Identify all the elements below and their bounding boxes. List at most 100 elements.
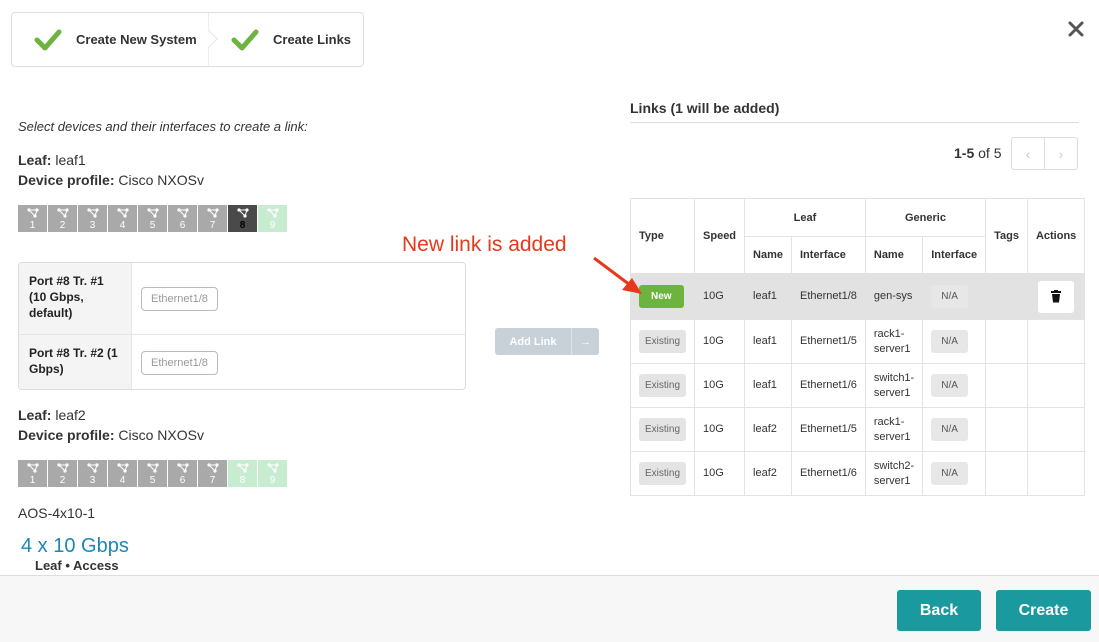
link-speed: 10G — [694, 363, 746, 408]
add-link-label: Add Link — [509, 335, 557, 348]
transformation-row: Port #8 Tr. #1 (10 Gbps, default) Ethern… — [19, 263, 465, 335]
leaf-name: leaf2 — [55, 407, 86, 423]
port-9[interactable]: 9 — [258, 205, 287, 232]
port-1[interactable]: 1 — [18, 460, 47, 487]
port-1[interactable]: 1 — [18, 205, 47, 232]
port-4[interactable]: 4 — [108, 205, 137, 232]
col-speed: Speed — [694, 198, 746, 274]
leaf-name: leaf1 — [55, 152, 86, 168]
generic-name-cell: switch1-server1 — [864, 363, 924, 408]
port-group-roles: Leaf • Access — [35, 558, 119, 573]
step-label: Create New System — [76, 32, 197, 47]
port-8[interactable]: 8 — [228, 205, 257, 232]
leaf1-info: Leaf: leaf1 Device profile: Cisco NXOSv — [18, 150, 204, 190]
interface-select[interactable]: Ethernet1/8 — [141, 286, 218, 311]
col-generic: Generic — [864, 198, 987, 237]
leaf-name-cell: leaf1 — [744, 273, 792, 320]
trash-icon — [1051, 290, 1062, 303]
col-actions: Actions — [1026, 198, 1086, 274]
leaf-name-cell: leaf1 — [744, 363, 792, 408]
port-number: 2 — [59, 220, 66, 231]
port-node-icon — [236, 208, 249, 218]
port-5[interactable]: 5 — [138, 205, 167, 232]
generic-interface-cell: N/A — [931, 418, 968, 441]
port-5[interactable]: 5 — [138, 460, 167, 487]
check-icon — [34, 29, 62, 50]
port-6[interactable]: 6 — [168, 460, 197, 487]
leaf-interface-cell: Ethernet1/6 — [791, 451, 866, 496]
port-number: 7 — [209, 220, 216, 231]
port-2[interactable]: 2 — [48, 205, 77, 232]
port-number: 6 — [179, 475, 186, 486]
close-icon[interactable] — [1067, 20, 1085, 38]
table-row: Existing 10G leaf1 Ethernet1/6 switch1-serve… — [629, 363, 1086, 408]
leaf-name-cell: leaf1 — [744, 319, 792, 364]
link-speed: 10G — [694, 451, 746, 496]
port-number: 8 — [239, 475, 246, 486]
port-number: 3 — [89, 220, 96, 231]
col-leaf-name: Name — [744, 236, 792, 274]
port-4[interactable]: 4 — [108, 460, 137, 487]
link-type-badge: Existing — [639, 374, 687, 397]
transformation-row: Port #8 Tr. #2 (1 Gbps) Ethernet1/8 — [19, 335, 465, 389]
leaf-interface-cell: Ethernet1/8 — [791, 273, 866, 320]
port-3[interactable]: 3 — [78, 460, 107, 487]
port-6[interactable]: 6 — [168, 205, 197, 232]
port-node-icon — [116, 463, 129, 473]
generic-name-cell: rack1-server1 — [864, 407, 924, 452]
port-node-icon — [206, 208, 219, 218]
transformation-label: Port #8 Tr. #1 (10 Gbps, default) — [19, 263, 132, 334]
tags-cell — [985, 273, 1028, 320]
actions-cell — [1026, 273, 1086, 320]
back-button[interactable]: Back — [897, 590, 981, 631]
link-type-badge: Existing — [639, 330, 687, 353]
actions-cell — [1026, 451, 1086, 496]
port-node-icon — [176, 463, 189, 473]
leaf-label: Leaf: — [18, 407, 52, 423]
annotation-arrow-icon — [593, 256, 642, 294]
links-title: Links (1 will be added) — [630, 100, 780, 116]
transformation-table: Port #8 Tr. #1 (10 Gbps, default) Ethern… — [18, 262, 466, 390]
profile-label: Device profile: — [18, 427, 115, 443]
link-type-badge: Existing — [639, 462, 687, 485]
port-node-icon — [26, 463, 39, 473]
step-create-links[interactable]: Create Links — [208, 13, 363, 66]
profile-label: Device profile: — [18, 172, 115, 188]
port-number: 4 — [119, 475, 126, 486]
port-number: 9 — [269, 475, 276, 486]
port-node-icon — [266, 208, 279, 218]
link-type-badge: Existing — [639, 418, 687, 441]
port-2[interactable]: 2 — [48, 460, 77, 487]
create-button[interactable]: Create — [996, 590, 1091, 631]
leaf-label: Leaf: — [18, 152, 52, 168]
link-speed: 10G — [694, 273, 746, 320]
delete-button[interactable] — [1038, 280, 1075, 313]
annotation-text: New link is added — [402, 233, 567, 256]
generic-interface-cell: N/A — [931, 285, 968, 308]
table-row: Existing 10G leaf2 Ethernet1/6 switch2-serve… — [629, 451, 1086, 496]
port-9[interactable]: 9 — [258, 460, 287, 487]
tags-cell — [985, 363, 1028, 408]
port-3[interactable]: 3 — [78, 205, 107, 232]
port-7[interactable]: 7 — [198, 460, 227, 487]
port-node-icon — [56, 463, 69, 473]
step-create-new-system[interactable]: Create New System — [12, 13, 218, 66]
interface-select[interactable]: Ethernet1/8 — [141, 350, 218, 375]
generic-name-cell: gen-sys — [864, 273, 924, 320]
chevron-right-icon[interactable]: › — [1045, 138, 1077, 169]
col-generic-name: Name — [864, 236, 924, 274]
leaf-interface-cell: Ethernet1/5 — [791, 407, 866, 452]
chevron-left-icon[interactable]: ‹ — [1012, 138, 1045, 169]
link-speed: 10G — [694, 319, 746, 364]
leaf-name-cell: leaf2 — [744, 451, 792, 496]
port-number: 2 — [59, 475, 66, 486]
table-row: Existing 10G leaf2 Ethernet1/5 rack1-server1… — [629, 407, 1086, 452]
port-number: 9 — [269, 220, 276, 231]
wizard-steps: Create New System Create Links — [11, 12, 364, 67]
tags-cell — [985, 319, 1028, 364]
port-8[interactable]: 8 — [228, 460, 257, 487]
col-leaf: Leaf — [744, 198, 866, 237]
port-7[interactable]: 7 — [198, 205, 227, 232]
table-row: Existing 10G leaf1 Ethernet1/5 rack1-server1… — [629, 319, 1086, 364]
add-link-button[interactable]: Add Link → — [495, 328, 599, 355]
